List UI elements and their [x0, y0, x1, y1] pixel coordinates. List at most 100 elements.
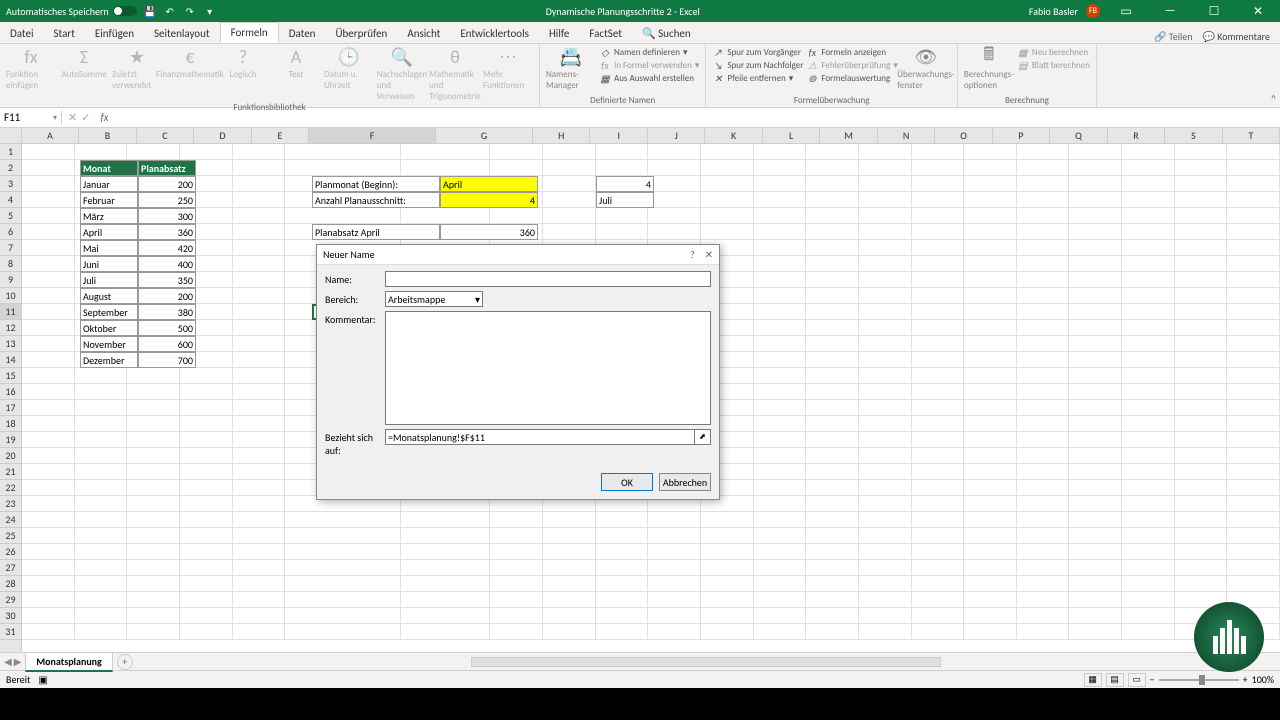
row-header[interactable]: 13	[0, 336, 21, 352]
zoom-slider[interactable]	[1159, 679, 1239, 681]
define-name-button[interactable]: ◇Namen definieren ▾	[599, 46, 699, 58]
cell-value[interactable]: 360	[138, 224, 196, 240]
horizontal-scrollbar[interactable]	[471, 657, 941, 667]
row-header[interactable]: 20	[0, 448, 21, 464]
cell-j3[interactable]: 4	[596, 176, 654, 192]
cell-value[interactable]: 200	[138, 176, 196, 192]
lookup-button[interactable]: 🔍Nachschlagen und Verweisen	[377, 46, 427, 102]
cell-month[interactable]: Juli	[80, 272, 138, 288]
row-header[interactable]: 30	[0, 608, 21, 624]
col-header[interactable]: J	[648, 128, 705, 143]
col-header[interactable]: E	[252, 128, 309, 143]
insert-function-button[interactable]: fxFunktion einfügen	[6, 46, 56, 91]
cell-value[interactable]: 200	[138, 288, 196, 304]
row-header[interactable]: 25	[0, 528, 21, 544]
cell-month[interactable]: Juni	[80, 256, 138, 272]
cell-g6[interactable]: 360	[440, 224, 538, 240]
col-header[interactable]: N	[878, 128, 935, 143]
cell-month[interactable]: Oktober	[80, 320, 138, 336]
row-header[interactable]: 21	[0, 464, 21, 480]
calc-sheet-button[interactable]: ▤Blatt berechnen	[1017, 59, 1090, 71]
cell-month[interactable]: Februar	[80, 192, 138, 208]
row-header[interactable]: 3	[0, 176, 21, 192]
row-header[interactable]: 28	[0, 576, 21, 592]
col-header[interactable]: K	[705, 128, 762, 143]
col-header[interactable]: D	[194, 128, 251, 143]
collapse-ribbon-icon[interactable]: ^	[1271, 92, 1276, 105]
text-button[interactable]: AText	[271, 46, 321, 80]
tab-seitenlayout[interactable]: Seitenlayout	[144, 24, 220, 43]
col-header[interactable]: O	[935, 128, 992, 143]
tab-factset[interactable]: FactSet	[579, 24, 632, 43]
more-button[interactable]: ⋯Mehr Funktionen	[483, 46, 533, 91]
col-header[interactable]: B	[79, 128, 136, 143]
cell-value[interactable]: 700	[138, 352, 196, 368]
cell-month[interactable]: Mai	[80, 240, 138, 256]
tab-ansicht[interactable]: Ansicht	[397, 24, 450, 43]
row-header[interactable]: 23	[0, 496, 21, 512]
comments-button[interactable]: 💬 Kommentare	[1203, 30, 1270, 43]
row-header[interactable]: 16	[0, 384, 21, 400]
scope-select[interactable]: Arbeitsmappe▾	[385, 291, 483, 307]
macro-record-icon[interactable]: ▣	[38, 673, 47, 686]
cell-month[interactable]: August	[80, 288, 138, 304]
cell-month[interactable]: Dezember	[80, 352, 138, 368]
col-header[interactable]: F	[309, 128, 436, 143]
calc-now-button[interactable]: ▦Neu berechnen	[1017, 46, 1090, 58]
ok-button[interactable]: OK	[601, 473, 653, 491]
watch-window-button[interactable]: 👁Überwachungs-fenster	[901, 46, 951, 91]
tab-formeln[interactable]: Formeln	[220, 22, 279, 43]
refers-to-input[interactable]	[385, 429, 695, 445]
cell-b2[interactable]: Monat	[80, 160, 138, 176]
select-all-corner[interactable]	[0, 128, 22, 143]
use-in-formula-button[interactable]: fxIn Formel verwenden ▾	[599, 59, 699, 71]
remove-arrows-button[interactable]: ✕Pfeile entfernen ▾	[712, 72, 803, 84]
cell-month[interactable]: April	[80, 224, 138, 240]
tab-start[interactable]: Start	[44, 24, 85, 43]
cell-value[interactable]: 500	[138, 320, 196, 336]
tab-entwicklertools[interactable]: Entwicklertools	[450, 24, 539, 43]
minimize-icon[interactable]: —	[1152, 0, 1188, 22]
cell-g3[interactable]: April	[440, 176, 538, 192]
close-dialog-icon[interactable]: ✕	[705, 248, 713, 261]
tab-daten[interactable]: Daten	[279, 24, 326, 43]
row-header[interactable]: 15	[0, 368, 21, 384]
row-header[interactable]: 27	[0, 560, 21, 576]
col-header[interactable]: H	[533, 128, 590, 143]
row-header[interactable]: 29	[0, 592, 21, 608]
col-header[interactable]: P	[993, 128, 1050, 143]
sheet-tab-active[interactable]: Monatsplanung	[25, 652, 112, 672]
row-header[interactable]: 12	[0, 320, 21, 336]
autosave-toggle[interactable]: Automatisches Speichern	[6, 5, 137, 18]
row-header[interactable]: 7	[0, 240, 21, 256]
cell-j4[interactable]: Juli	[596, 192, 654, 208]
row-header[interactable]: 1	[0, 144, 21, 160]
row-header[interactable]: 24	[0, 512, 21, 528]
sheet-nav-prev-icon[interactable]: ◀	[4, 655, 12, 668]
autosum-button[interactable]: ΣAutoSumme	[59, 46, 109, 80]
cell-value[interactable]: 600	[138, 336, 196, 352]
cell-value[interactable]: 380	[138, 304, 196, 320]
row-header[interactable]: 5	[0, 208, 21, 224]
col-header[interactable]: A	[22, 128, 79, 143]
qat-dropdown-icon[interactable]: ▾	[203, 4, 217, 18]
name-manager-button[interactable]: 📇Namens-Manager	[546, 46, 596, 91]
tab-datei[interactable]: Datei	[0, 24, 44, 43]
undo-icon[interactable]: ↶	[163, 4, 177, 18]
tab-einfuegen[interactable]: Einfügen	[85, 24, 144, 43]
col-header[interactable]: S	[1165, 128, 1222, 143]
row-header[interactable]: 9	[0, 272, 21, 288]
view-normal-icon[interactable]: ▦	[1084, 673, 1102, 687]
save-icon[interactable]: 💾	[143, 4, 157, 18]
search-tab[interactable]: 🔍 Suchen	[632, 24, 701, 43]
redo-icon[interactable]: ↷	[183, 4, 197, 18]
ribbon-display-icon[interactable]: ▭	[1108, 0, 1144, 22]
tab-ueberpruefen[interactable]: Überprüfen	[325, 24, 397, 43]
logical-button[interactable]: ?Logisch	[218, 46, 268, 80]
row-header[interactable]: 22	[0, 480, 21, 496]
help-icon[interactable]: ?	[690, 248, 695, 261]
cell-c2[interactable]: Planabsatz	[138, 160, 196, 176]
error-check-button[interactable]: ⚠Fehlerüberprüfung ▾	[806, 59, 898, 71]
create-from-selection-button[interactable]: ▦Aus Auswahl erstellen	[599, 72, 699, 84]
row-header[interactable]: 6	[0, 224, 21, 240]
